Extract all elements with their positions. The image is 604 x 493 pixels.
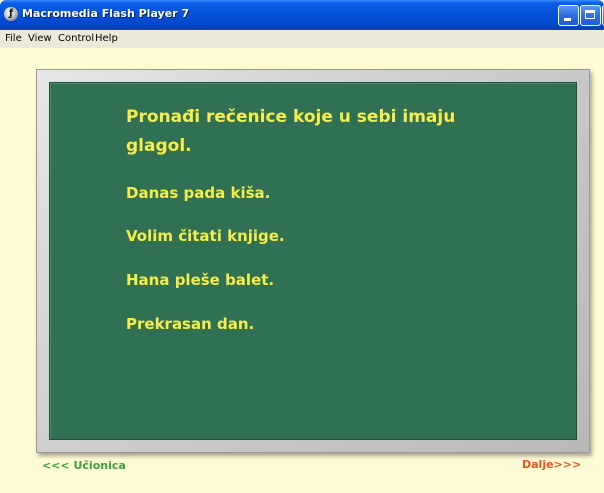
menu-bar: File View Control Help xyxy=(0,30,604,48)
maximize-icon xyxy=(585,10,595,19)
task-instruction: Pronađi rečenice koje u sebi imaju glago… xyxy=(126,107,456,156)
flash-player-window: ƒ Macromedia Flash Player 7 ✕ File View … xyxy=(0,0,604,493)
minimize-icon xyxy=(564,18,571,21)
flash-player-icon[interactable]: ƒ xyxy=(4,7,18,21)
sentence-option-1[interactable]: Danas pada kiša. xyxy=(126,184,270,202)
window-title: Macromedia Flash Player 7 xyxy=(22,7,190,20)
flash-stage: Pronađi rečenice koje u sebi imaju glago… xyxy=(7,48,604,493)
menu-view[interactable]: View xyxy=(28,33,52,44)
minimize-button[interactable] xyxy=(558,5,579,26)
menu-file[interactable]: File xyxy=(5,33,22,44)
menu-help[interactable]: Help xyxy=(95,33,118,44)
sentence-option-4[interactable]: Prekrasan dan. xyxy=(126,315,254,333)
chalkboard: Pronađi rečenice koje u sebi imaju glago… xyxy=(49,82,577,440)
next-link[interactable]: Dalje>>> xyxy=(522,458,581,471)
sentence-option-3[interactable]: Hana pleše balet. xyxy=(126,271,274,289)
maximize-button[interactable] xyxy=(580,5,601,26)
menu-control[interactable]: Control xyxy=(58,33,94,44)
chalkboard-frame: Pronađi rečenice koje u sebi imaju glago… xyxy=(36,69,590,453)
title-bar[interactable]: ƒ Macromedia Flash Player 7 ✕ xyxy=(0,0,604,30)
back-to-classroom-link[interactable]: <<< Učionica xyxy=(42,459,126,472)
sentence-option-2[interactable]: Volim čitati knjige. xyxy=(126,227,285,245)
